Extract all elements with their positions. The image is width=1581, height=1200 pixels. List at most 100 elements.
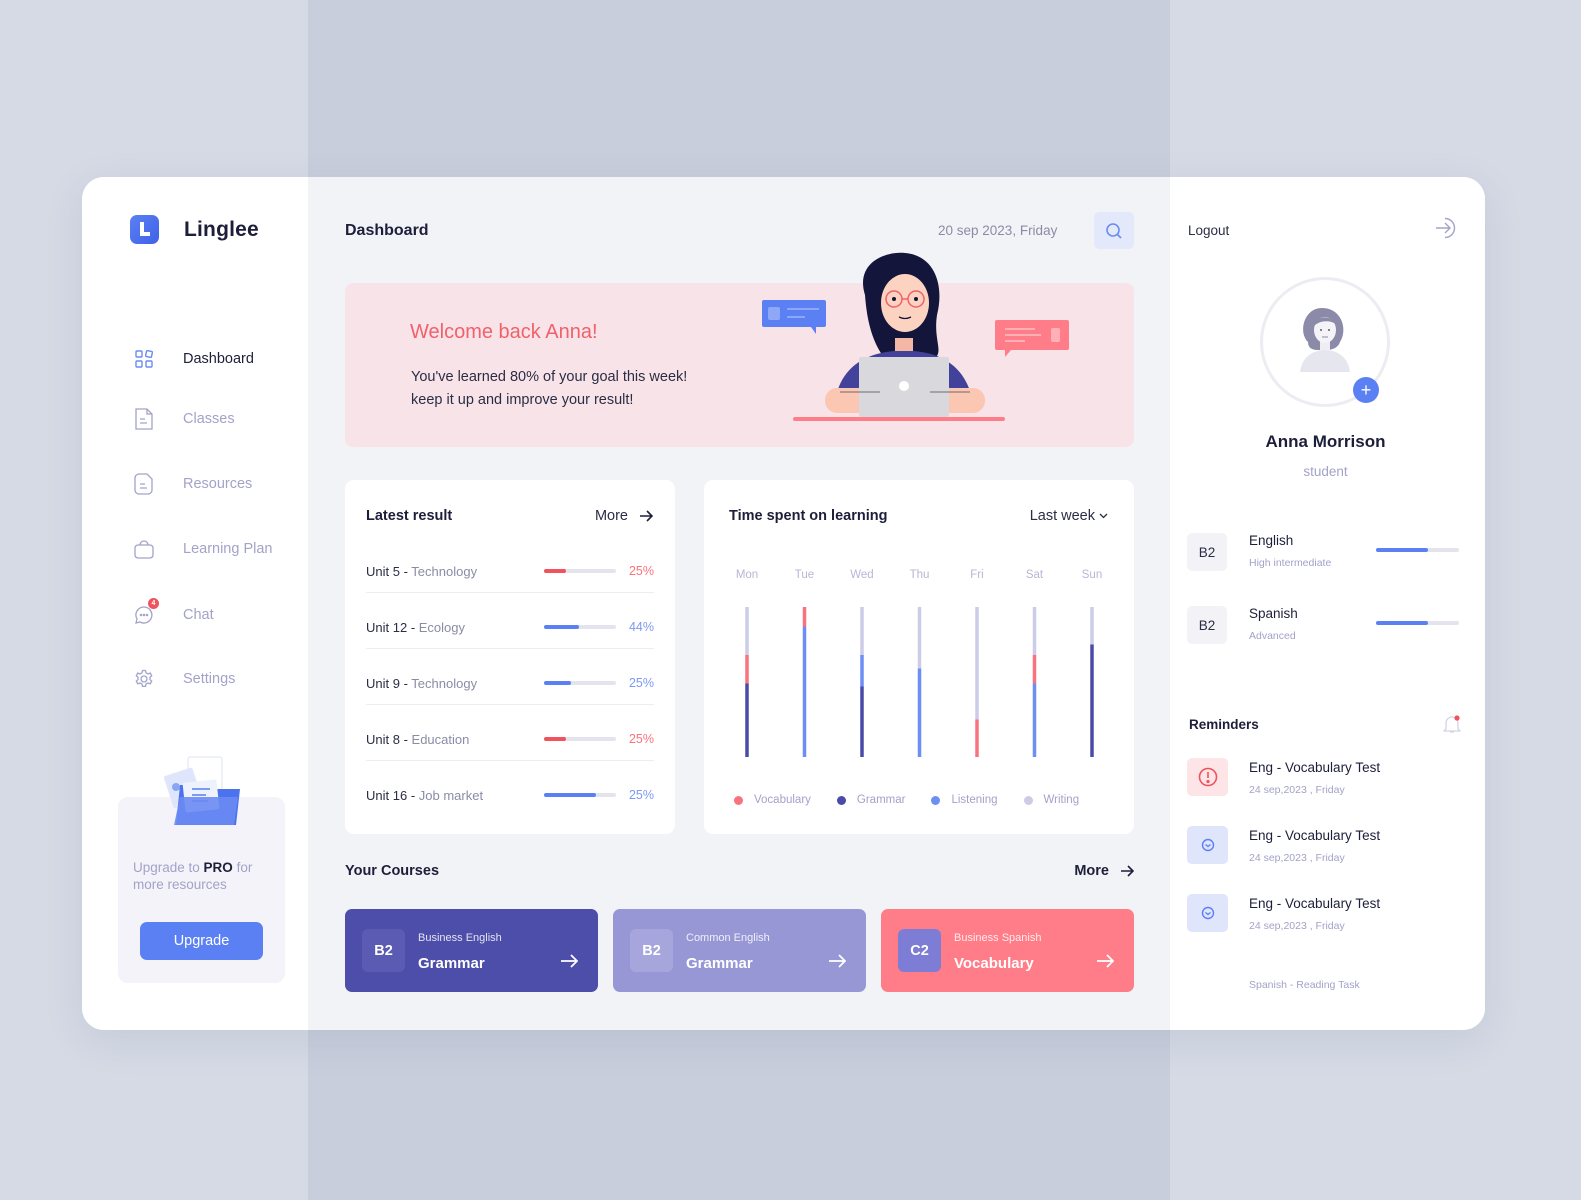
result-row[interactable]: Unit 5 - Technology 25% bbox=[366, 564, 654, 620]
legend-dot bbox=[836, 795, 846, 805]
courses-more-link[interactable]: More bbox=[1074, 863, 1134, 879]
student-illustration bbox=[762, 252, 1069, 421]
x-tick-label: Tue bbox=[795, 569, 814, 581]
reminder-item[interactable]: Eng - Vocabulary Test 24 sep,2023 , Frida… bbox=[1187, 758, 1462, 798]
reminder-item[interactable]: Eng - Vocabulary Test 24 sep,2023 , Frida… bbox=[1187, 826, 1462, 866]
reminder-item-title: Eng - Vocabulary Test bbox=[1249, 896, 1381, 911]
logout-link[interactable]: Logout bbox=[1188, 223, 1229, 238]
bell-icon[interactable] bbox=[1443, 714, 1461, 734]
legend-item: Grammar bbox=[836, 794, 906, 806]
reminder-item-date: 24 sep,2023 , Friday bbox=[1249, 852, 1345, 864]
bar-segment-writing bbox=[745, 607, 749, 655]
profile-panel: Logout + Anna Morrison student B2 English… bbox=[1170, 177, 1485, 1030]
more-label: More bbox=[594, 508, 628, 524]
result-name: Unit 16 - Job market bbox=[366, 788, 484, 803]
divider bbox=[366, 592, 654, 593]
current-date: 20 sep 2023, Friday bbox=[938, 223, 1058, 238]
sidebar-item-dashboard[interactable]: Dashboard bbox=[134, 347, 304, 371]
result-progress-fill bbox=[544, 625, 579, 629]
divider bbox=[366, 760, 654, 761]
legend-label: Writing bbox=[1043, 794, 1080, 806]
chevron-down-icon bbox=[1099, 513, 1108, 519]
language-level-description: High intermediate bbox=[1249, 557, 1332, 569]
alert-icon bbox=[1187, 758, 1228, 796]
legend-dot bbox=[734, 795, 743, 805]
course-category: Common English bbox=[686, 932, 770, 944]
result-name: Unit 5 - Technology bbox=[366, 564, 478, 579]
result-progress-fill bbox=[544, 737, 566, 741]
main-content: Dashboard 20 sep 2023, Friday Welcome ba… bbox=[308, 177, 1170, 1030]
result-progress-fill bbox=[544, 681, 571, 685]
result-row[interactable]: Unit 12 - Ecology 44% bbox=[366, 620, 654, 676]
more-label: More bbox=[1074, 863, 1109, 879]
reminder-item-title: Eng - Vocabulary Test bbox=[1249, 760, 1381, 775]
panel-title: Latest result bbox=[366, 508, 453, 524]
legend-label: Grammar bbox=[856, 794, 906, 806]
reminder-item-title[interactable]: Spanish - Reading Task bbox=[1249, 979, 1360, 991]
result-row[interactable]: Unit 16 - Job market 25% bbox=[366, 788, 654, 844]
divider bbox=[366, 704, 654, 705]
bar-segment-grammar bbox=[1090, 644, 1094, 757]
language-progress-fill bbox=[1376, 548, 1429, 552]
search-button[interactable] bbox=[1094, 212, 1134, 249]
chat-badge: 4 bbox=[148, 598, 159, 609]
result-row[interactable]: Unit 9 - Technology 25% bbox=[366, 676, 654, 732]
x-tick-label: Thu bbox=[910, 569, 930, 581]
course-card[interactable]: B2 Common English Grammar bbox=[613, 909, 866, 992]
course-card[interactable]: B2 Business English Grammar bbox=[345, 909, 598, 992]
result-row[interactable]: Unit 8 - Education 25% bbox=[366, 732, 654, 788]
reminder-item[interactable]: Eng - Vocabulary Test 24 sep,2023 , Frida… bbox=[1187, 894, 1462, 934]
language-name: Spanish bbox=[1249, 606, 1298, 621]
bar-segment-grammar bbox=[745, 683, 749, 757]
page-title: Dashboard bbox=[345, 222, 429, 239]
welcome-banner: Welcome back Anna! You've learned 80% of… bbox=[345, 252, 1134, 447]
bar-segment-writing bbox=[860, 607, 864, 655]
course-level-badge: B2 bbox=[630, 929, 673, 972]
search-icon bbox=[1106, 222, 1122, 239]
x-tick-label: Sat bbox=[1026, 569, 1044, 581]
course-card[interactable]: C2 Business Spanish Vocabulary bbox=[881, 909, 1134, 992]
bar-segment-vocabulary bbox=[745, 655, 749, 684]
language-progress-bar bbox=[1376, 621, 1459, 625]
logo[interactable]: Linglee bbox=[130, 215, 259, 244]
avatar: + bbox=[1260, 277, 1390, 407]
document-icon bbox=[134, 408, 154, 430]
range-dropdown[interactable]: Last week bbox=[1030, 508, 1108, 524]
sidebar-item-learning-plan[interactable]: Learning Plan bbox=[134, 537, 304, 561]
logout-icon[interactable] bbox=[1435, 217, 1459, 239]
add-photo-button[interactable]: + bbox=[1353, 377, 1379, 403]
sidebar-item-resources[interactable]: Resources bbox=[134, 472, 304, 496]
latest-results-panel: Latest result More Unit 5 - Technology 25… bbox=[345, 480, 675, 834]
bar-segment-writing bbox=[1032, 607, 1037, 655]
bar-segment-listening bbox=[1032, 683, 1037, 757]
language-level-badge: B2 bbox=[1187, 606, 1227, 644]
results-more-link[interactable]: More bbox=[595, 508, 653, 524]
reminder-item-title: Eng - Vocabulary Test bbox=[1249, 828, 1381, 843]
app-name: Linglee bbox=[184, 217, 259, 241]
bar-segment-listening bbox=[917, 668, 922, 757]
language-progress-bar bbox=[1376, 548, 1459, 552]
x-tick-label: Fri bbox=[970, 569, 983, 581]
sidebar-item-label: Classes bbox=[183, 411, 235, 427]
bar-segment-grammar bbox=[860, 686, 864, 757]
language-row[interactable]: B2 Spanish Advanced bbox=[1187, 606, 1462, 646]
upgrade-button[interactable]: Upgrade bbox=[140, 922, 263, 960]
language-row[interactable]: B2 English High intermediate bbox=[1187, 533, 1462, 573]
user-role: student bbox=[1303, 464, 1348, 479]
result-progress-fill bbox=[544, 569, 566, 573]
arrow-right-icon bbox=[560, 954, 579, 973]
language-level-description: Advanced bbox=[1249, 630, 1296, 642]
sidebar-item-settings[interactable]: Settings bbox=[134, 667, 304, 691]
sidebar-item-classes[interactable]: Classes bbox=[134, 407, 304, 431]
result-percent: 25% bbox=[628, 732, 654, 746]
bar-segment-writing bbox=[1090, 607, 1094, 645]
file-icon bbox=[134, 473, 154, 495]
result-progress-bar bbox=[544, 569, 616, 573]
arrow-right-icon bbox=[828, 954, 847, 973]
language-name: English bbox=[1249, 533, 1294, 548]
course-level-badge: C2 bbox=[898, 929, 941, 972]
language-progress-fill bbox=[1376, 621, 1429, 625]
bag-icon bbox=[134, 538, 154, 560]
chat-icon: 4 bbox=[134, 598, 159, 626]
sidebar-item-chat[interactable]: 4 Chat bbox=[134, 598, 304, 627]
